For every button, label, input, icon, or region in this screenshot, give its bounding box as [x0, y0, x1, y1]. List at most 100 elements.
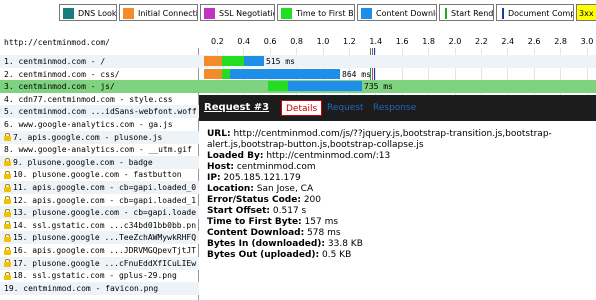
timing-bar-segment — [204, 56, 222, 66]
timing-bar-segment — [288, 81, 362, 92]
row-label: 18. ssl.gstatic.com - gplus-29.png — [4, 269, 196, 282]
detail-value: 205.185.121.179 — [223, 173, 301, 183]
legend-item-initial-connection: Initial Connection — [119, 4, 198, 21]
legend-item-content-download: Content Download — [357, 4, 437, 21]
row-label: 9. plusone.google.com - badge — [4, 156, 196, 169]
timing-bar-segment — [286, 68, 340, 79]
detail-value: 33.8 KB — [327, 239, 363, 249]
row-label-text: 11. apis.google.com - cb=gapi.loaded_0 — [13, 183, 196, 192]
detail-key: Content Download: — [207, 228, 305, 238]
detail-line: Error/Status Code: 200 — [207, 195, 592, 206]
detail-line: URL: http://centminmod.com/js/??jquery.j… — [207, 129, 592, 151]
timing-bar-segment — [244, 56, 264, 66]
tab-request[interactable]: Request — [323, 100, 368, 116]
row-label-text: 3. centminmod.com - js/ — [4, 82, 115, 92]
detail-key: Loaded By: — [207, 151, 264, 161]
detail-key: Host: — [207, 162, 234, 172]
row-label-text: 15. plusone.google ...TeeZchAWMywkRHFQg — [13, 233, 196, 243]
legend-swatch-connection — [123, 8, 134, 19]
waterfall-row[interactable]: 3. centminmod.com - js/735 ms — [0, 80, 596, 94]
detail-key: Time to First Byte: — [207, 217, 302, 227]
request-duration: 735 ms — [364, 82, 393, 92]
tick-label: 1.6 — [395, 37, 409, 46]
row-label-text: 14. ssl.gstatic.com ...c34bd01bb0bb.png — [13, 220, 196, 230]
detail-key: Start Offset: — [207, 206, 271, 216]
tick-label: 2.4 — [501, 37, 515, 46]
lock-icon — [4, 271, 11, 280]
row-label: 13. plusone.google.com - cb=gapi.loaded_… — [4, 206, 196, 219]
tick-label: 1.0 — [316, 37, 330, 46]
detail-value: 200 — [303, 195, 321, 205]
tab-response[interactable]: Response — [369, 100, 421, 116]
tick-label: 0.6 — [263, 37, 277, 46]
detail-line: Content Download: 578 ms — [207, 228, 592, 239]
detail-key: Bytes In (downloaded): — [207, 239, 326, 249]
legend-item-ttfb: Time to First Byte — [277, 4, 355, 21]
timing-bar-segment — [230, 68, 286, 79]
row-label: 7. apis.google.com - plusone.js — [4, 131, 196, 144]
tick-label: 1.8 — [422, 37, 435, 46]
row-label-text: 8. www.google-analytics.com - __utm.gif — [4, 145, 192, 155]
lock-icon — [4, 259, 11, 268]
legend-label: SSL Negotiation — [219, 9, 274, 18]
lock-icon — [4, 170, 11, 179]
row-label: 5. centminmod.com ...idSans-webfont.woff — [4, 105, 196, 118]
legend-swatch-start-render — [445, 8, 447, 19]
request-duration: 864 ms — [342, 69, 371, 79]
row-label: 14. ssl.gstatic.com ...c34bd01bb0bb.png — [4, 219, 196, 232]
row-label-text: 6. www.google-analytics.com - ga.js — [4, 120, 173, 129]
legend-swatch-download — [361, 8, 372, 19]
legend-swatch-doc-complete — [502, 8, 504, 19]
row-label-text: 7. apis.google.com - plusone.js — [13, 132, 163, 142]
tick-label: 2.2 — [475, 37, 488, 46]
waterfall-url-header: http://centminmod.com/ — [4, 38, 110, 47]
row-label-text: 10. plusone.google.com - fastbutton — [13, 170, 182, 180]
legend-item-start-render: Start Render — [439, 4, 494, 21]
details-panel: URL: http://centminmod.com/js/??jquery.j… — [207, 129, 592, 261]
popup-header: Request #3 Details Request Response — [199, 95, 596, 121]
legend-item-ssl-negotiation: SSL Negotiation — [200, 4, 275, 21]
legend-label: Time to First Byte — [296, 9, 354, 18]
request-details-popup: Request #3 Details Request Response URL:… — [199, 95, 596, 300]
row-label: 15. plusone.google ...TeeZchAWMywkRHFQg — [4, 231, 196, 244]
legend-swatch-ttfb — [281, 8, 292, 19]
detail-key: Bytes Out (uploaded): — [207, 250, 320, 260]
row-label: 17. plusone.google ...cFnuEddXfICuLIEw — [4, 257, 196, 270]
detail-value: 0.5 KB — [322, 250, 352, 260]
detail-key: IP: — [207, 173, 221, 183]
legend-label: DNS Lookup — [78, 9, 117, 18]
lock-icon — [4, 221, 11, 230]
detail-line: Host: centminmod.com — [207, 162, 592, 173]
detail-key: URL: — [207, 129, 231, 139]
tick-label: 0.2 — [211, 37, 224, 46]
row-label-text: 13. plusone.google.com - cb=gapi.loaded_… — [13, 208, 196, 218]
tick-label: 2.0 — [448, 37, 462, 46]
request-title: Request #3 — [204, 102, 270, 113]
lock-icon — [4, 133, 11, 142]
waterfall-row[interactable]: 1. centminmod.com - / 515 ms — [0, 55, 596, 68]
timing-bar-segment — [204, 68, 222, 79]
row-label-text: 12. apis.google.com - cb=gapi.loaded_1 — [13, 195, 196, 205]
row-label-text: 2. centminmod.com - css/ — [4, 69, 120, 79]
row-label: 6. www.google-analytics.com - ga.js — [4, 118, 196, 131]
row-label-text: 16. apis.google.com ...JDRVMGQpevTjtJTQ — [13, 246, 196, 255]
legend-swatch-ssl — [204, 8, 215, 19]
detail-key: Location: — [207, 184, 254, 194]
tick-label: 1.2 — [343, 37, 356, 46]
tick-label: 0.8 — [290, 37, 303, 46]
detail-line: Bytes Out (uploaded): 0.5 KB — [207, 250, 592, 261]
detail-value: 578 ms — [307, 228, 341, 238]
tab-details[interactable]: Details — [281, 100, 323, 116]
row-label: 4. cdn77.centminmod.com - style.css — [4, 93, 196, 106]
legend-label: Start Render — [451, 9, 494, 18]
row-label-text: 1. centminmod.com - / — [4, 57, 106, 66]
row-label: 19. centminmod.com - favicon.png — [4, 282, 196, 295]
tick-label: 2.6 — [527, 37, 541, 46]
detail-value: http://centminmod.com/:13 — [266, 151, 391, 161]
row-label-text: 17. plusone.google ...cFnuEddXfICuLIEw — [13, 258, 196, 268]
row-label: 16. apis.google.com ...JDRVMGQpevTjtJTQ — [4, 244, 196, 257]
waterfall-row[interactable]: 2. centminmod.com - css/864 ms — [0, 68, 596, 81]
tick-label: 3.0 — [580, 37, 594, 46]
detail-value: 157 ms — [304, 217, 339, 227]
tick-label: 1.4 — [369, 37, 383, 46]
